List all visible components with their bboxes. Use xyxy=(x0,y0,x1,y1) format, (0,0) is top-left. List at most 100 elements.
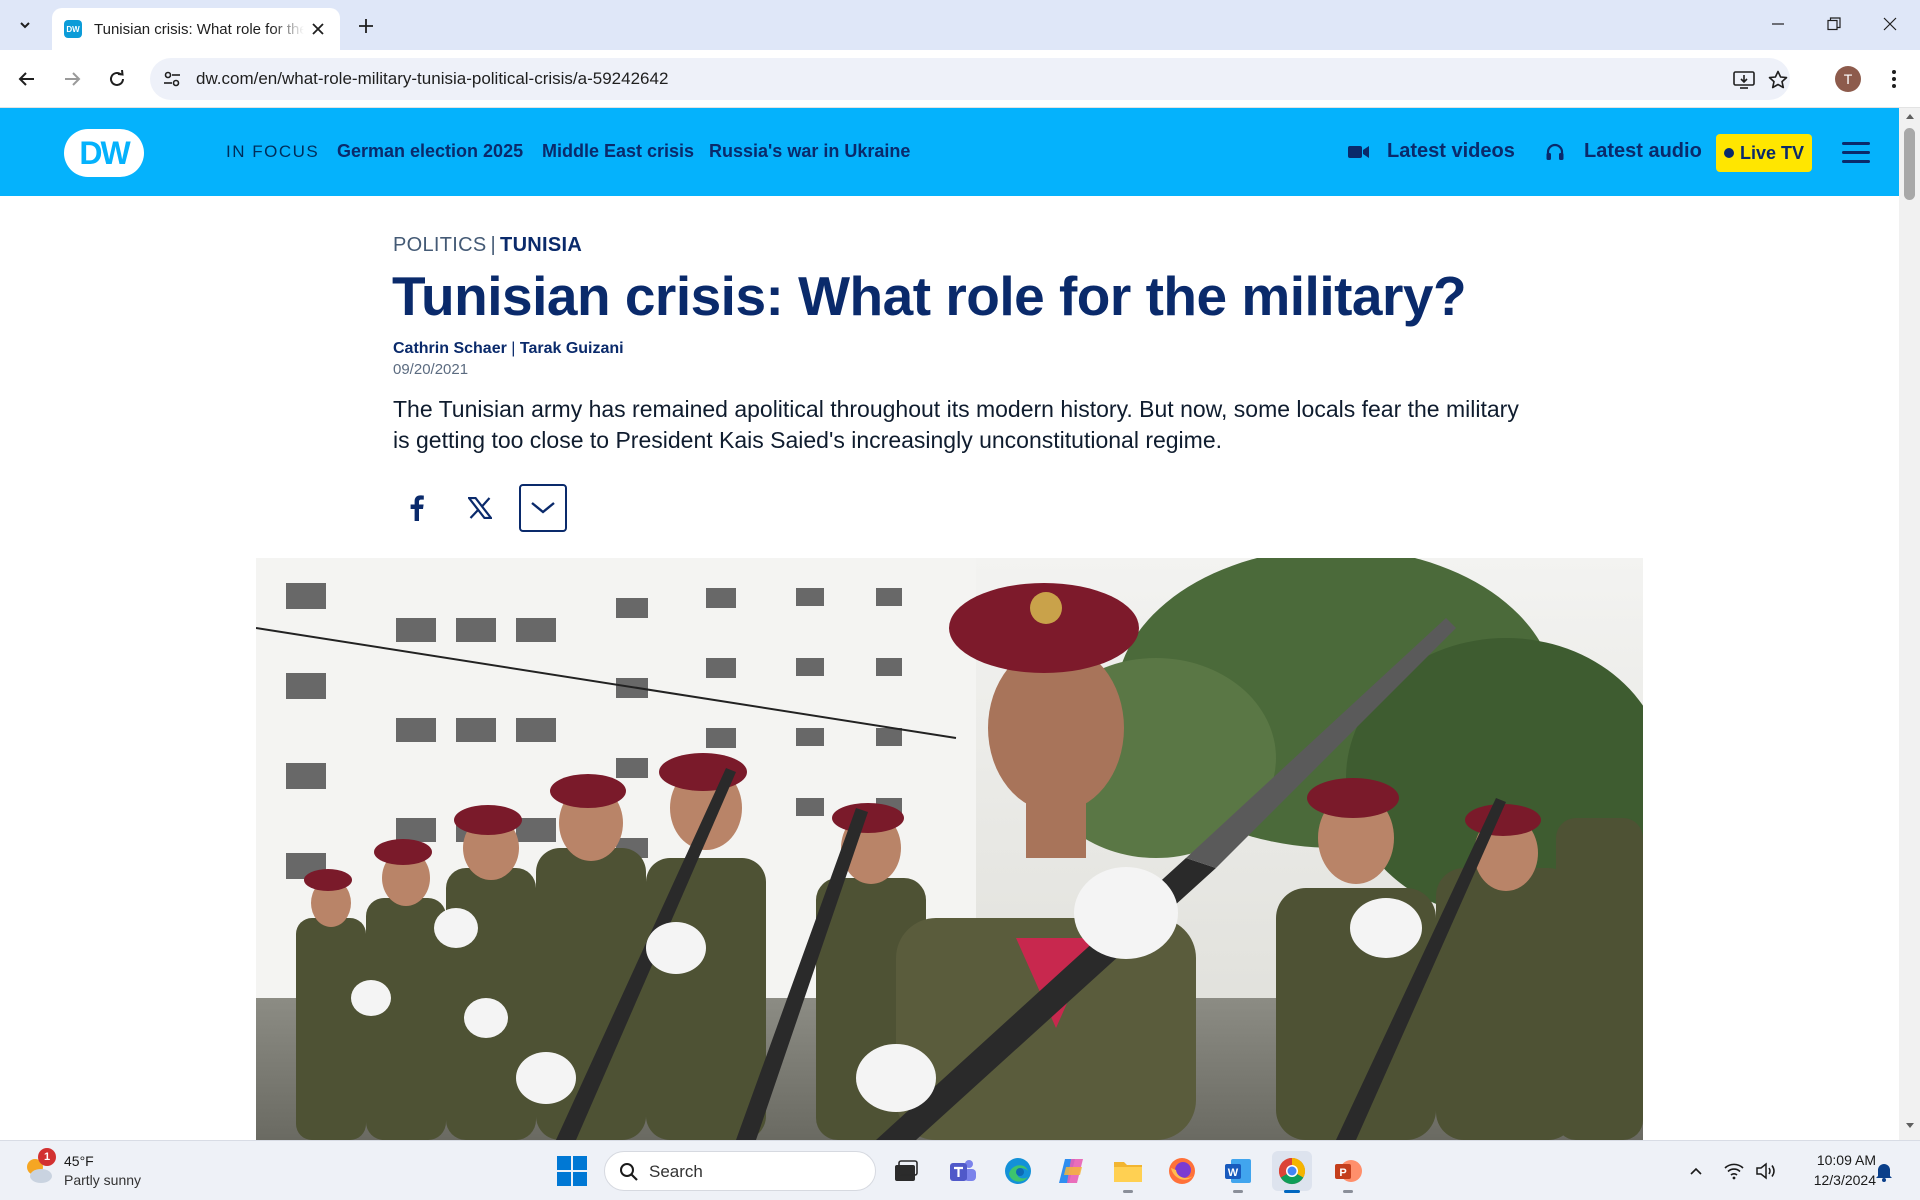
svg-text:P: P xyxy=(1339,1167,1346,1179)
chrome-icon xyxy=(1278,1157,1306,1185)
arrow-left-icon xyxy=(18,72,34,86)
browser-menu-button[interactable] xyxy=(1880,65,1908,93)
live-tv-button[interactable]: Live TV xyxy=(1716,134,1812,172)
share-more-button[interactable] xyxy=(519,484,567,532)
chevron-down-icon xyxy=(531,502,555,514)
copilot-icon xyxy=(1059,1159,1083,1183)
new-tab-button[interactable] xyxy=(352,12,380,40)
country-link[interactable]: TUNISIA xyxy=(500,234,582,256)
scroll-up-arrow-icon[interactable] xyxy=(1899,112,1920,126)
back-button[interactable] xyxy=(11,63,43,95)
minimize-window-button[interactable] xyxy=(1750,0,1806,48)
article-kicker: POLITICS | TUNISIA xyxy=(393,234,582,257)
headphones-icon xyxy=(1543,140,1567,164)
windows-taskbar: 1 45°F Partly sunny Search W P 10:09 AM … xyxy=(0,1140,1920,1200)
focus-link-middle-east[interactable]: Middle East crisis xyxy=(542,141,694,162)
focus-link-ukraine[interactable]: Russia's war in Ukraine xyxy=(709,141,910,162)
volume-icon[interactable] xyxy=(1754,1159,1778,1183)
powerpoint-app[interactable]: P xyxy=(1328,1151,1368,1193)
word-icon: W xyxy=(1225,1159,1251,1183)
word-app[interactable]: W xyxy=(1218,1151,1258,1193)
chevron-up-icon xyxy=(1690,1167,1702,1175)
latest-audio-link[interactable]: Latest audio xyxy=(1584,140,1702,163)
page-scrollbar[interactable] xyxy=(1899,108,1920,1140)
author-link-2[interactable]: Tarak Guizani xyxy=(520,340,624,357)
taskbar-search[interactable]: Search xyxy=(604,1151,876,1191)
restore-window-button[interactable] xyxy=(1806,0,1862,48)
weather-temp: 45°F xyxy=(64,1153,94,1169)
powerpoint-icon: P xyxy=(1335,1160,1362,1182)
install-icon xyxy=(1733,71,1755,89)
arrow-right-icon xyxy=(65,72,81,86)
category-link[interactable]: POLITICS xyxy=(393,234,487,256)
scroll-down-arrow-icon[interactable] xyxy=(1899,1122,1920,1136)
in-focus-label: IN FOCUS xyxy=(226,142,320,161)
live-tv-label: Live TV xyxy=(1739,142,1805,163)
logo-text: DW xyxy=(79,134,130,171)
dw-logo[interactable]: DW xyxy=(64,129,144,177)
url-text: dw.com/en/what-role-military-tunisia-pol… xyxy=(196,69,669,88)
site-info-icon[interactable] xyxy=(160,67,184,91)
star-icon xyxy=(1768,70,1788,89)
clock-time: 10:09 AM xyxy=(1816,1152,1876,1168)
show-hidden-icons-button[interactable] xyxy=(1684,1159,1708,1183)
chevron-down-icon xyxy=(20,22,30,29)
close-icon xyxy=(1883,17,1897,31)
article-headline: Tunisian crisis: What role for the milit… xyxy=(392,265,1467,327)
weather-widget[interactable]: 1 45°F Partly sunny xyxy=(22,1148,162,1194)
article-teaser: The Tunisian army has remained apolitica… xyxy=(393,396,1519,453)
close-window-button[interactable] xyxy=(1862,0,1918,48)
file-explorer-app[interactable] xyxy=(1108,1151,1148,1193)
forward-button[interactable] xyxy=(56,63,88,95)
plus-icon xyxy=(359,19,373,33)
scroll-thumb[interactable] xyxy=(1904,128,1915,200)
restore-icon xyxy=(1827,17,1841,31)
facebook-icon xyxy=(410,495,424,521)
tab-title: Tunisian crisis: What role for the milit… xyxy=(94,20,304,38)
chrome-app[interactable] xyxy=(1272,1151,1312,1193)
weather-desc: Partly sunny xyxy=(64,1172,142,1188)
tab-close-button[interactable] xyxy=(308,19,328,39)
browser-tab-strip: DW Tunisian crisis: What role for the mi… xyxy=(0,0,1920,50)
wifi-icon[interactable] xyxy=(1722,1159,1746,1183)
dw-favicon-icon: DW xyxy=(64,20,82,38)
address-bar[interactable]: dw.com/en/what-role-military-tunisia-pol… xyxy=(150,58,1790,100)
edge-icon xyxy=(1005,1158,1031,1184)
article-authors: Cathrin Schaer | Tarak Guizani xyxy=(393,340,624,357)
site-menu-button[interactable] xyxy=(1842,138,1870,166)
task-view-icon xyxy=(895,1160,918,1181)
share-facebook-button[interactable] xyxy=(393,484,441,532)
copilot-app[interactable] xyxy=(1052,1151,1092,1191)
task-view-button[interactable] xyxy=(886,1151,926,1191)
windows-start-icon[interactable] xyxy=(556,1155,588,1187)
reload-button[interactable] xyxy=(101,63,133,95)
firefox-icon xyxy=(1169,1158,1195,1184)
system-clock[interactable]: 10:09 AM 12/3/2024 xyxy=(1780,1150,1876,1190)
latest-videos-link[interactable]: Latest videos xyxy=(1387,140,1515,163)
kicker-separator: | xyxy=(490,234,497,256)
teams-app[interactable] xyxy=(942,1151,982,1191)
article-hero-image xyxy=(256,558,1643,1140)
edge-app[interactable] xyxy=(998,1151,1038,1191)
profile-avatar[interactable]: T xyxy=(1835,66,1861,92)
browser-tab-active[interactable]: DW Tunisian crisis: What role for the mi… xyxy=(52,8,340,50)
more-vertical-icon xyxy=(1892,70,1896,88)
article-date: 09/20/2021 xyxy=(393,361,469,378)
firefox-app[interactable] xyxy=(1162,1151,1202,1191)
close-icon xyxy=(312,23,324,35)
tab-search-button[interactable] xyxy=(10,11,40,39)
notification-bell-icon[interactable] xyxy=(1872,1159,1896,1183)
minimize-icon xyxy=(1772,23,1784,25)
bookmark-button[interactable] xyxy=(1765,67,1791,93)
install-app-button[interactable] xyxy=(1731,67,1757,93)
x-icon xyxy=(468,497,492,519)
weather-badge: 1 xyxy=(38,1148,56,1166)
focus-link-german-election[interactable]: German election 2025 xyxy=(337,141,523,162)
reload-icon xyxy=(110,70,124,86)
author-link-1[interactable]: Cathrin Schaer xyxy=(393,340,507,357)
svg-text:W: W xyxy=(1228,1167,1239,1179)
video-camera-icon xyxy=(1347,140,1371,164)
site-header: DW IN FOCUS German election 2025 Middle … xyxy=(0,108,1899,196)
share-x-button[interactable] xyxy=(456,484,504,532)
folder-icon xyxy=(1114,1162,1142,1182)
